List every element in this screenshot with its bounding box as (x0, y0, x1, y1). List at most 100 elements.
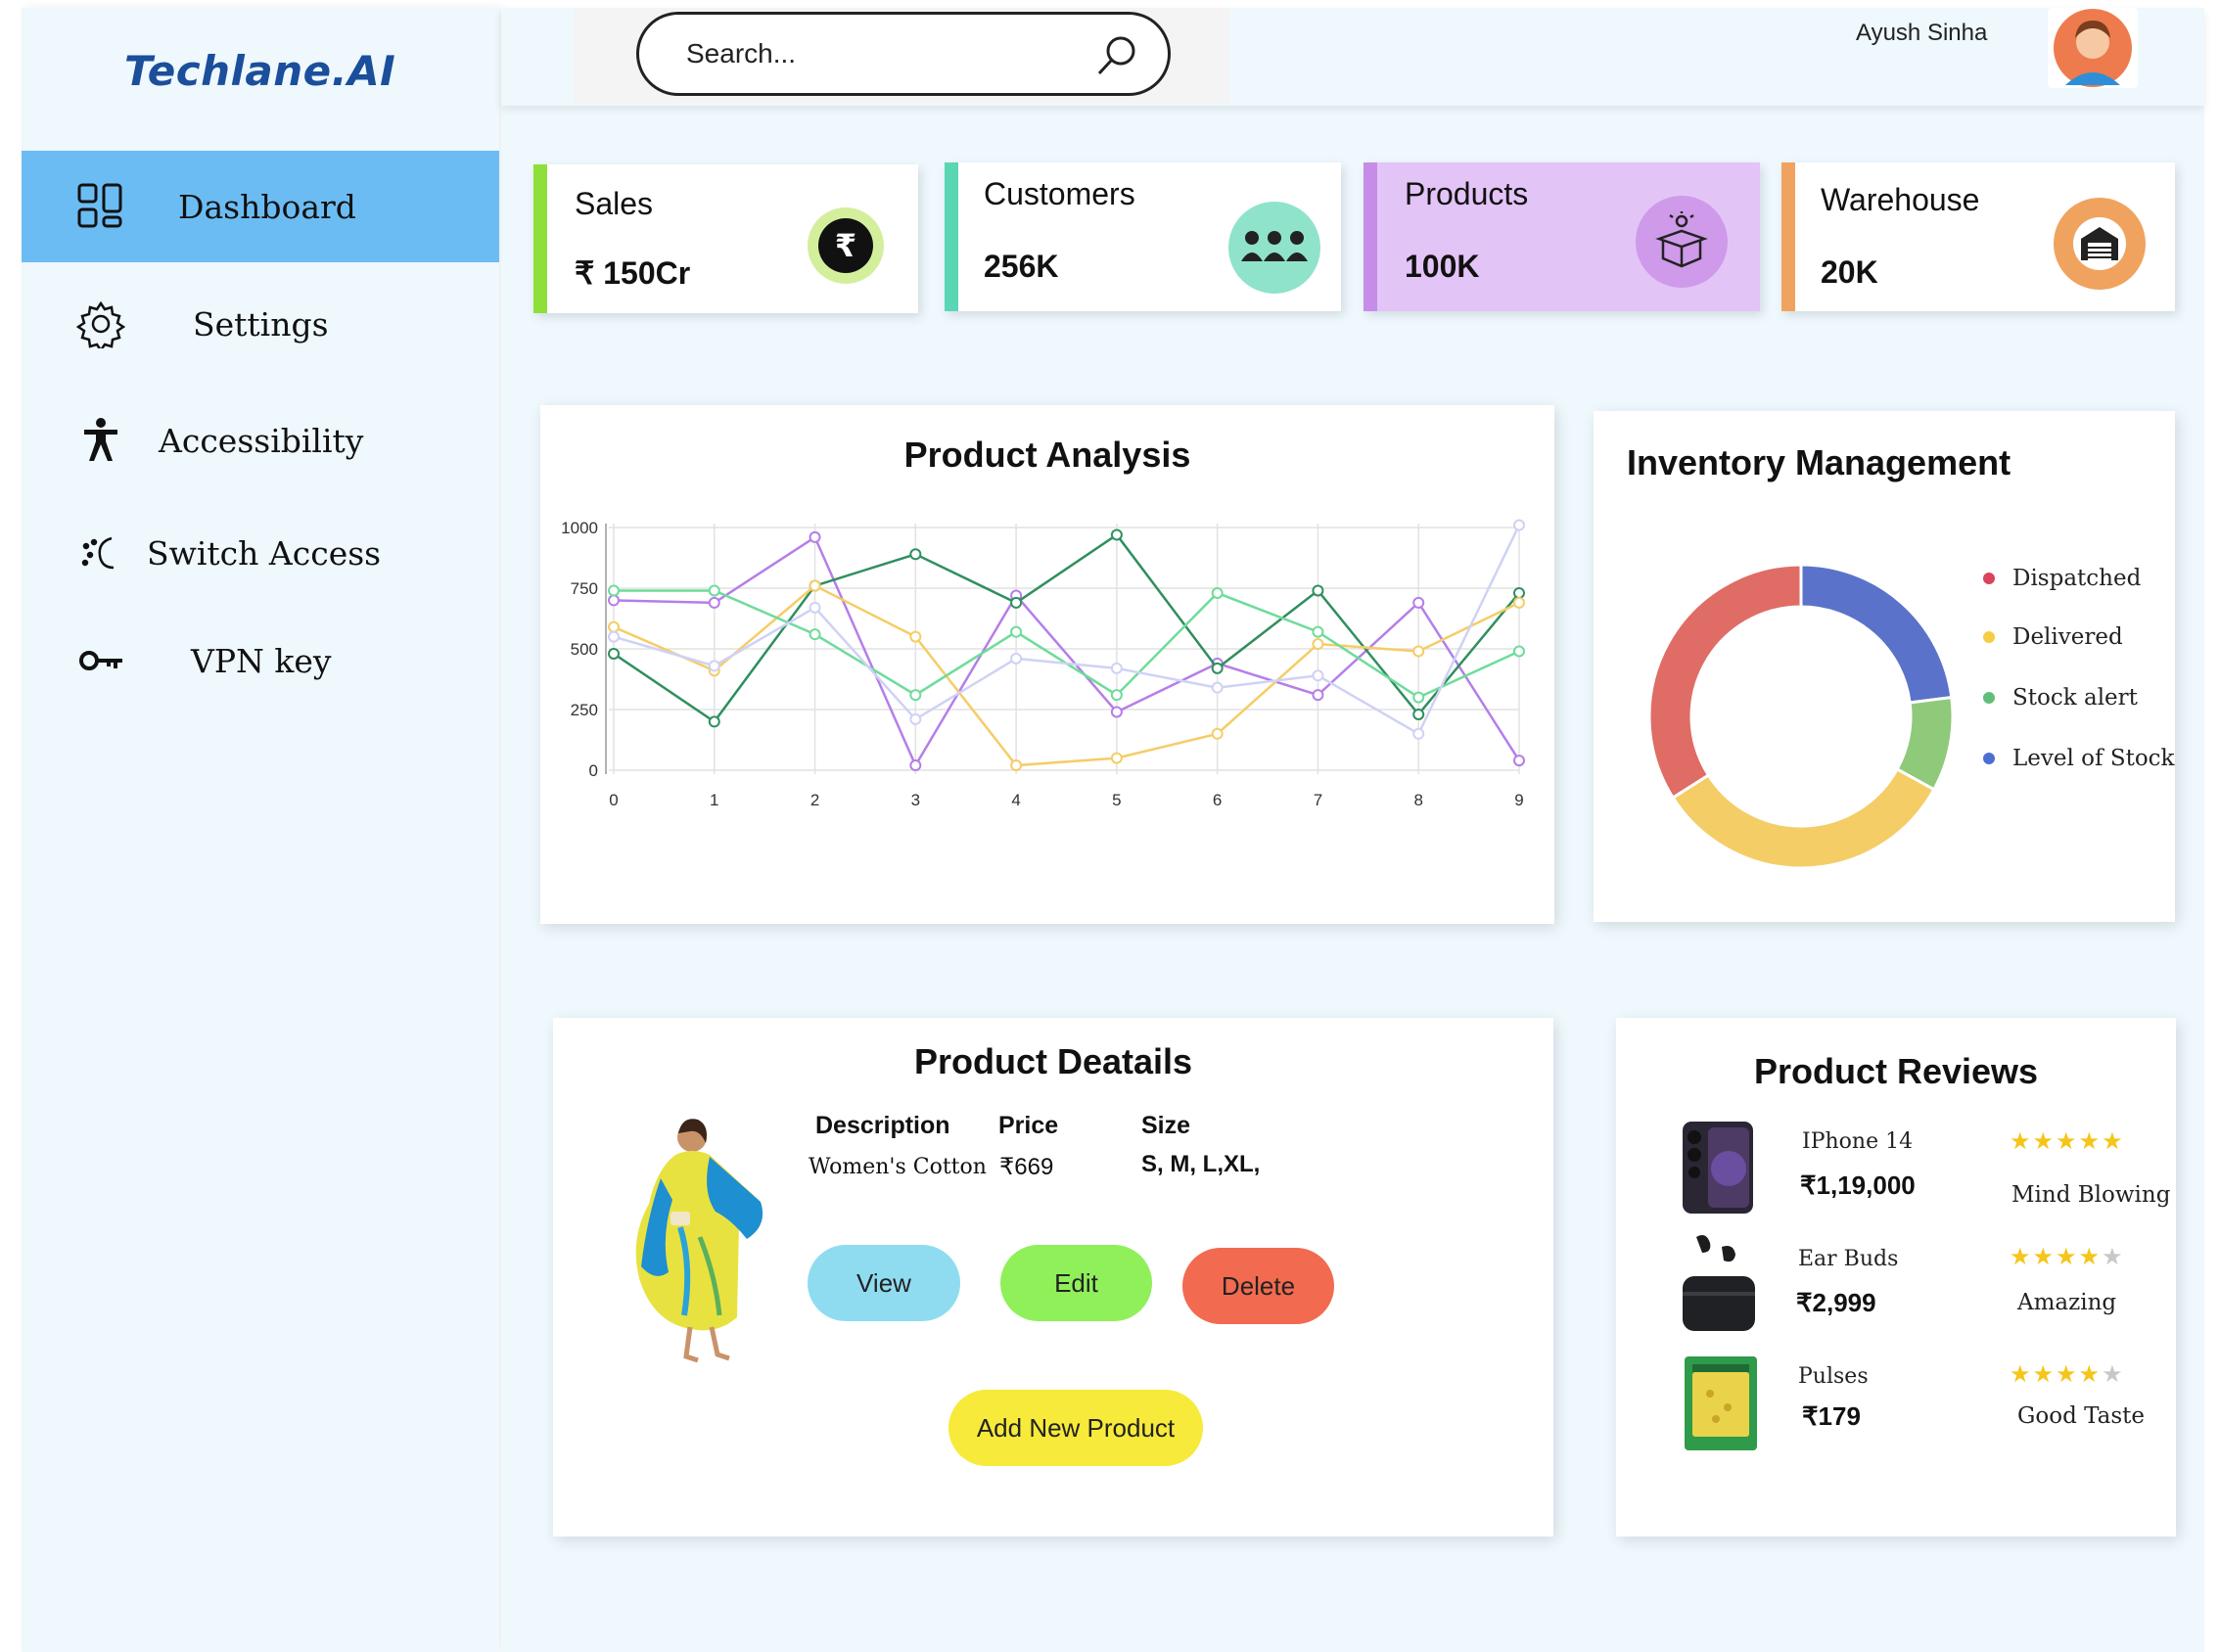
legend-item-delivered: Delivered (1983, 624, 2123, 650)
legend-item-dispatched: Dispatched (1983, 566, 2141, 591)
data-point (1211, 662, 1224, 674)
review-product-name: Ear Buds (1798, 1247, 1899, 1271)
stat-card-sales[interactable]: Sales ₹ 150Cr ₹ (533, 164, 918, 313)
data-point (1110, 689, 1123, 702)
sidebar-item-vpn-key[interactable]: VPN key (22, 605, 499, 716)
data-point (909, 759, 922, 772)
user-avatar-icon (2054, 9, 2132, 87)
iphone-product-image (1683, 1122, 1753, 1214)
series-line-1 (613, 532, 1520, 724)
y-tick-label: 750 (571, 579, 598, 598)
stat-value: 256K (984, 249, 1059, 284)
sidebar-item-dashboard[interactable]: Dashboard (22, 151, 499, 262)
stat-card-products[interactable]: Products 100K (1364, 162, 1760, 311)
series-line-0 (613, 535, 1521, 768)
y-tick-label: 250 (571, 701, 598, 719)
y-tick-label: 0 (589, 761, 598, 780)
search-input[interactable] (686, 36, 1058, 71)
data-point (1412, 645, 1425, 658)
data-point (1211, 586, 1224, 599)
data-point (1211, 727, 1224, 740)
search-icon[interactable] (1093, 32, 1140, 79)
legend-label: Delivered (2012, 624, 2123, 650)
accessibility-person-icon (75, 415, 126, 466)
data-point (1412, 691, 1425, 704)
review-comment: Amazing (2017, 1290, 2117, 1315)
y-tick-label: 500 (571, 640, 598, 659)
data-point (1312, 625, 1324, 638)
legend-dot (1983, 692, 1995, 704)
series-line-4 (613, 524, 1521, 736)
inventory-management-panel: Inventory Management Dispatched Delivere… (1594, 411, 2175, 922)
data-point (809, 530, 821, 543)
legend-dot (1983, 573, 1995, 584)
data-point (1513, 755, 1525, 767)
data-point (1010, 596, 1023, 609)
product-box-icon (1636, 196, 1728, 288)
search-box[interactable] (636, 12, 1171, 96)
data-point (909, 548, 922, 561)
key-icon (75, 635, 126, 686)
stat-card-customers[interactable]: Customers 256K (945, 162, 1341, 311)
product-analysis-line-chart: 0 250 500 750 1000 0 1 2 3 4 5 6 7 8 9 (561, 519, 1525, 809)
product-details-panel: Product Deatails Description Price Size … (553, 1018, 1553, 1537)
x-tick-label: 9 (1514, 791, 1523, 809)
data-point (909, 630, 922, 643)
data-point (1412, 727, 1425, 740)
sidebar-item-label: Dashboard (178, 187, 356, 226)
customers-group-icon (1228, 202, 1320, 294)
column-header-price: Price (998, 1112, 1059, 1139)
panel-title: Product Deatails (913, 1041, 1193, 1081)
product-reviews-panel: Product Reviews IPhone 14 ₹1,19,000 ★★★★… (1616, 1018, 2176, 1537)
column-header-size: Size (1141, 1112, 1191, 1139)
y-tick-label: 1000 (561, 519, 598, 537)
stat-card-warehouse[interactable]: Warehouse 20K (1781, 162, 2175, 311)
add-new-product-button[interactable]: Add New Product (948, 1390, 1203, 1466)
gear-icon (75, 298, 126, 349)
stat-title: Products (1405, 176, 1529, 211)
avatar[interactable] (2048, 8, 2138, 88)
data-point (809, 601, 821, 614)
review-rating-stars: ★★★★★ (2010, 1128, 2125, 1155)
data-point (708, 596, 720, 609)
data-point (1110, 706, 1123, 718)
data-point (909, 689, 922, 702)
earbuds-product-image (1683, 1235, 1755, 1331)
data-point (608, 620, 620, 633)
pulses-product-image (1685, 1356, 1757, 1450)
x-tick-label: 3 (911, 791, 920, 809)
x-tick-label: 8 (1413, 791, 1422, 809)
sidebar-item-settings[interactable]: Settings (22, 268, 499, 380)
data-point (1412, 596, 1425, 609)
x-tick-label: 5 (1112, 791, 1121, 809)
view-button[interactable]: View (808, 1245, 960, 1321)
data-point (1513, 645, 1525, 658)
product-image (635, 1119, 763, 1363)
data-point (1513, 586, 1525, 599)
data-point (1312, 689, 1324, 702)
stat-title: Warehouse (1821, 182, 1980, 217)
sidebar-item-accessibility[interactable]: Accessibility (22, 385, 499, 496)
donut-slice-delivered (1671, 766, 1936, 870)
data-point (1513, 596, 1525, 609)
data-point (1110, 662, 1123, 674)
stat-title: Sales (575, 186, 654, 221)
brand-logo: Techlane.AI (124, 47, 396, 95)
x-tick-label: 7 (1314, 791, 1322, 809)
data-point (909, 712, 922, 725)
data-point (1312, 584, 1324, 597)
data-point (1010, 625, 1023, 638)
stat-accent-bar (533, 164, 547, 313)
edit-button[interactable]: Edit (1000, 1245, 1152, 1321)
sidebar-item-switch-access[interactable]: Switch Access (22, 497, 499, 609)
data-point (1010, 652, 1023, 665)
data-point (1211, 681, 1224, 694)
column-header-description: Description (815, 1112, 950, 1139)
stat-accent-bar (1364, 162, 1377, 311)
legend-label: Dispatched (2012, 566, 2142, 591)
review-product-price: ₹2,999 (1796, 1288, 1876, 1317)
data-point (1110, 752, 1123, 764)
delete-button[interactable]: Delete (1182, 1248, 1334, 1324)
series-line-3 (614, 589, 1520, 700)
review-product-name: Pulses (1798, 1364, 1869, 1389)
